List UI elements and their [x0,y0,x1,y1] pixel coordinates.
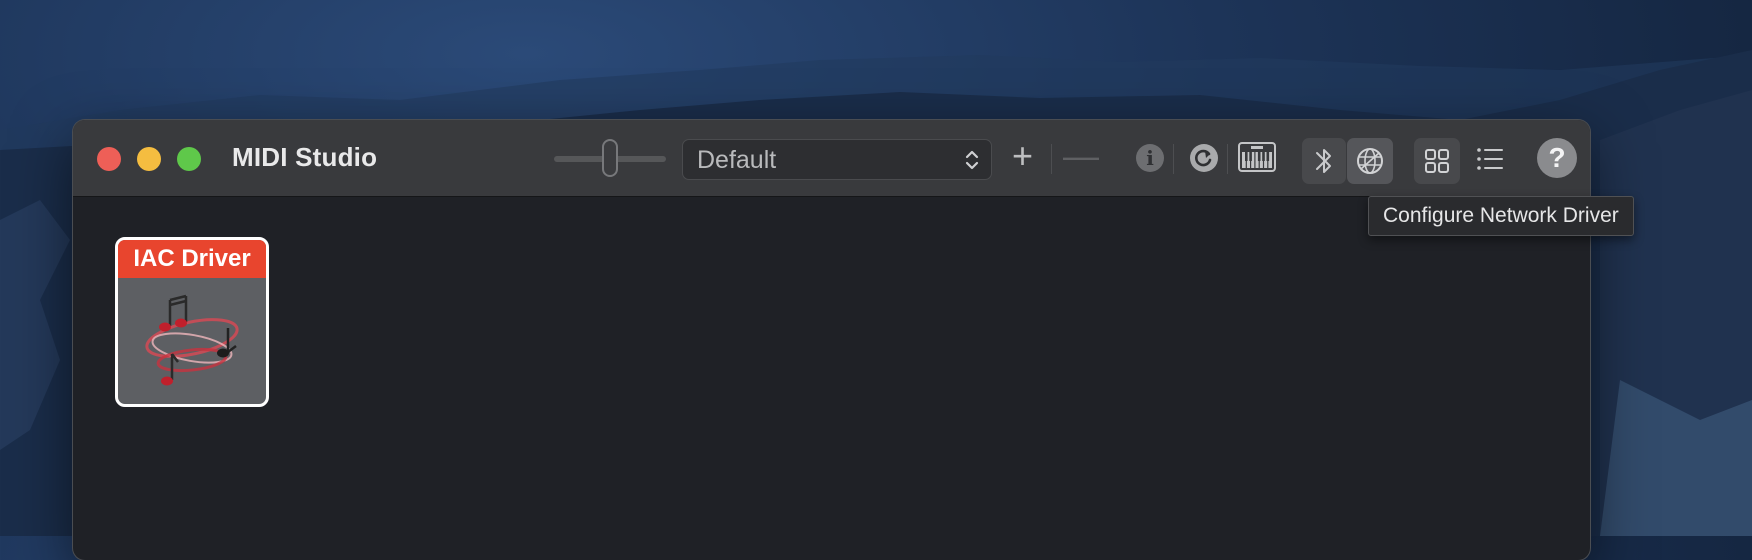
icon-view-button[interactable] [1414,138,1460,184]
toolbar-divider [1051,144,1052,174]
icon-size-slider-knob[interactable] [602,139,618,177]
minimize-button[interactable] [137,147,161,171]
rescan-button[interactable] [1190,144,1218,172]
music-notes-swirl-icon [145,294,239,386]
rescan-icon [1195,149,1212,167]
toolbar-divider [1227,144,1228,174]
device-name: IAC Driver [118,240,266,278]
minus-icon: — [1063,135,1099,176]
list-view-button[interactable] [1475,144,1505,174]
globe-icon [1357,148,1383,174]
configuration-select[interactable]: Default [682,139,992,180]
network-config-button[interactable] [1347,138,1393,184]
window-title: MIDI Studio [232,142,378,172]
device-iac-driver[interactable]: IAC Driver [115,237,269,407]
midi-keyboard-icon [1238,142,1276,172]
configuration-value: Default [697,146,777,174]
remove-device-button[interactable]: — [1063,134,1099,178]
info-button[interactable]: i [1136,144,1164,172]
bluetooth-icon [1316,149,1331,173]
help-button[interactable]: ? [1537,138,1577,178]
add-device-button[interactable]: + [1012,134,1033,178]
window-toolbar: MIDI Studio Default + — i ? [73,120,1590,197]
list-icon [1477,148,1503,170]
zoom-button[interactable] [177,147,201,171]
bluetooth-config-button[interactable] [1302,138,1346,184]
plus-icon: + [1012,135,1034,176]
help-icon: ? [1548,142,1566,173]
network-driver-tooltip: Configure Network Driver [1368,196,1634,236]
chevron-updown-icon [965,150,979,170]
midi-studio-window: MIDI Studio Default + — i ? IAC Driver [73,120,1590,560]
info-icon: i [1146,146,1154,170]
grid-icon [1425,149,1449,173]
toolbar-divider [1173,144,1174,174]
close-button[interactable] [97,147,121,171]
midi-keyboard-button[interactable] [1237,140,1277,174]
